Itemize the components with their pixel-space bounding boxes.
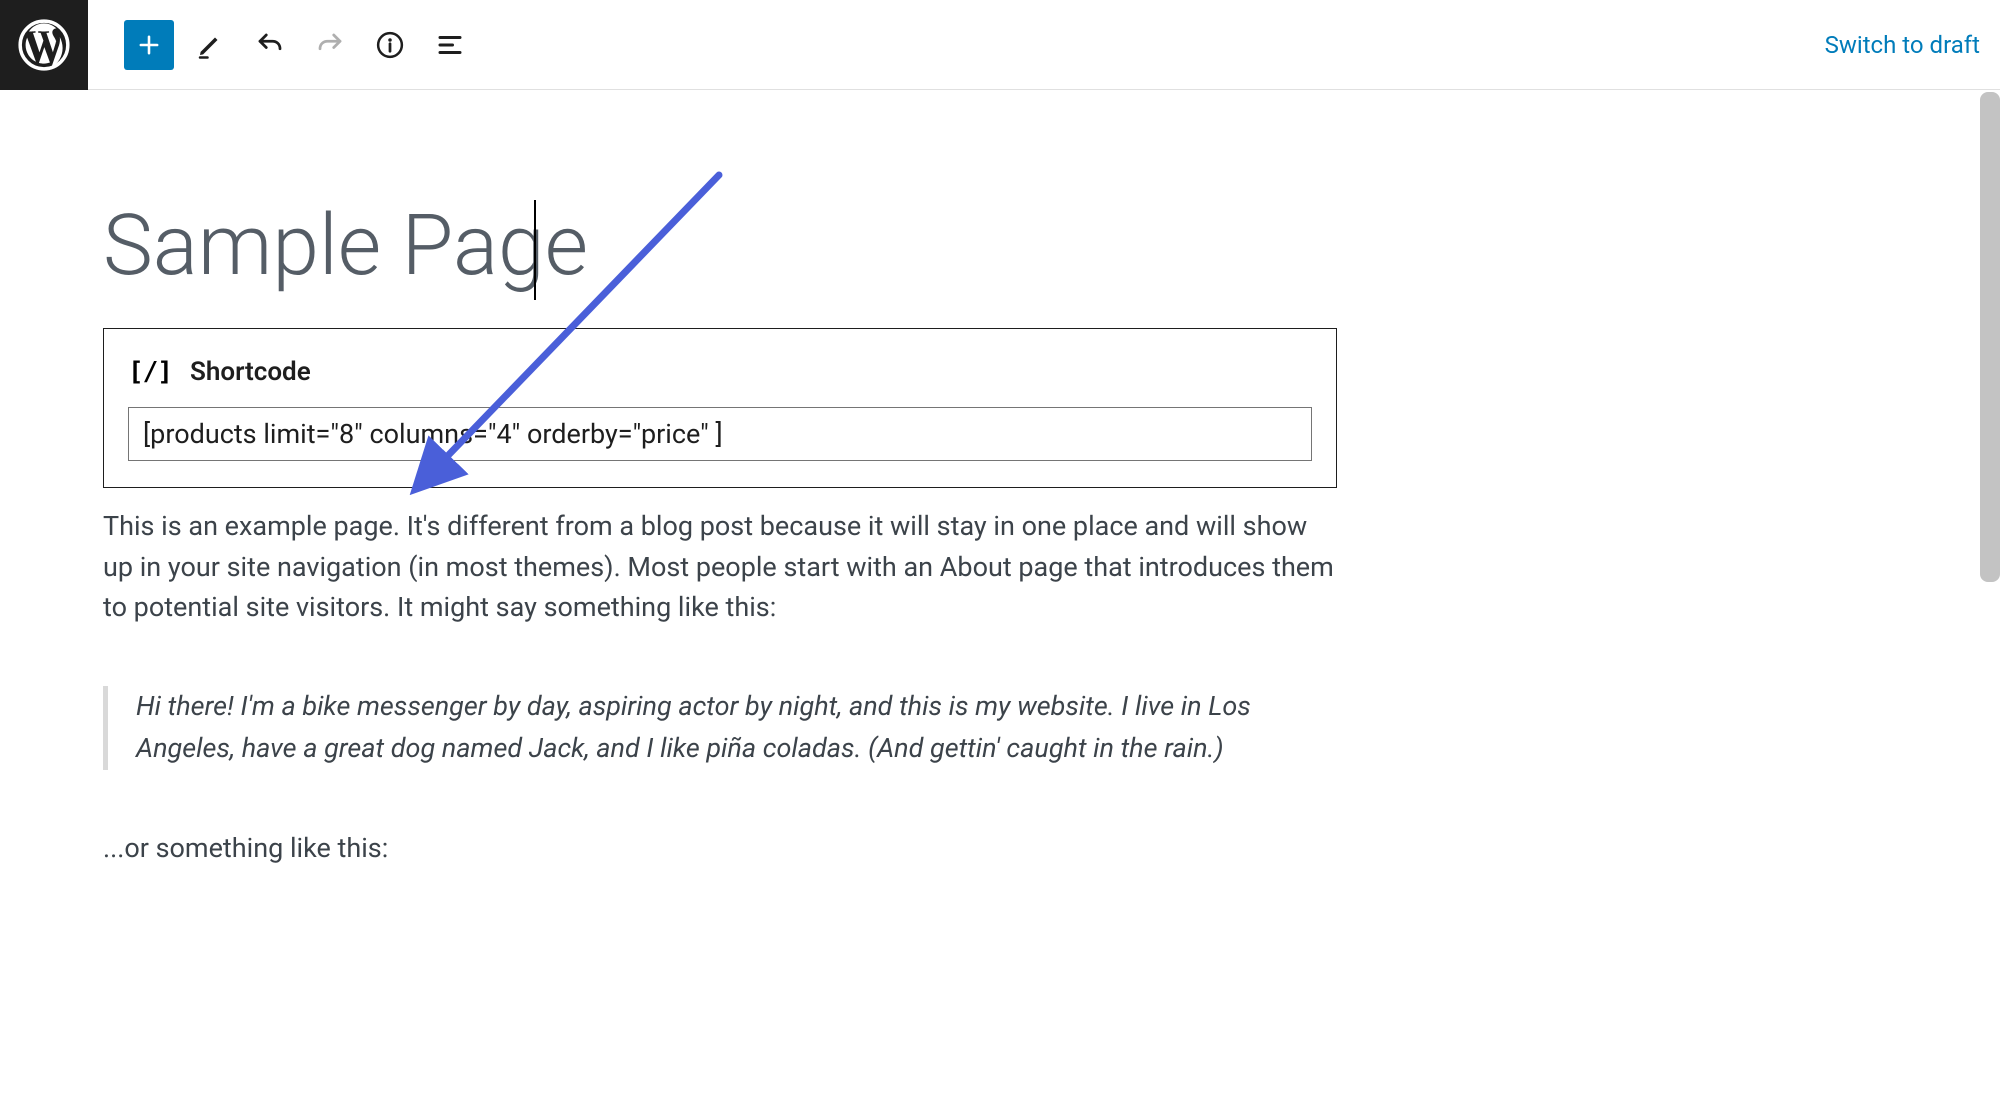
text-cursor (534, 200, 536, 300)
editor-toolbar (88, 20, 474, 70)
shortcode-block[interactable]: [/] Shortcode (103, 328, 1337, 488)
undo-button[interactable] (246, 21, 294, 69)
pencil-icon (195, 30, 225, 60)
list-view-button[interactable] (426, 21, 474, 69)
page-title-wrap: Sample Page (103, 200, 1337, 292)
edit-mode-button[interactable] (186, 21, 234, 69)
shortcode-icon: [/] (128, 357, 172, 387)
after-quote-paragraph[interactable]: ...or something like this: (103, 828, 1337, 869)
list-view-icon (435, 30, 465, 60)
shortcode-label: Shortcode (190, 357, 311, 387)
redo-icon (315, 30, 345, 60)
shortcode-input[interactable] (128, 407, 1312, 461)
intro-paragraph[interactable]: This is an example page. It's different … (103, 506, 1337, 628)
redo-button (306, 21, 354, 69)
page-title[interactable]: Sample Page (103, 200, 1337, 292)
add-block-button[interactable] (124, 20, 174, 70)
shortcode-block-header: [/] Shortcode (128, 357, 1312, 387)
info-button[interactable] (366, 21, 414, 69)
editor-topbar: Switch to draft (0, 0, 2000, 90)
editor-viewport[interactable]: Sample Page [/] Shortcode This is an exa… (0, 90, 2000, 1119)
wordpress-icon (18, 19, 70, 71)
editor-content: Sample Page [/] Shortcode This is an exa… (95, 200, 1345, 948)
wordpress-logo[interactable] (0, 0, 88, 90)
info-icon (375, 30, 405, 60)
switch-to-draft-link[interactable]: Switch to draft (1825, 31, 1980, 59)
scrollbar-thumb[interactable] (1980, 92, 2000, 582)
quote-block[interactable]: Hi there! I'm a bike messenger by day, a… (103, 686, 1337, 770)
undo-icon (255, 30, 285, 60)
plus-icon (135, 31, 163, 59)
